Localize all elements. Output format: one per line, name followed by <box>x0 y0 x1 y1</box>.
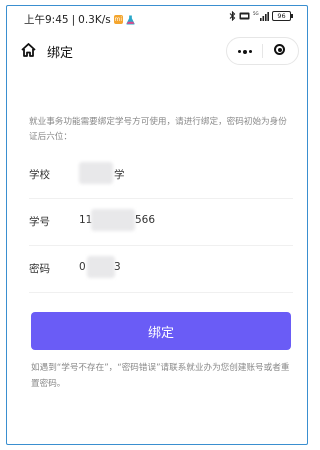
dot-icon <box>243 49 247 54</box>
status-network-speed: 0.3K/s <box>78 13 111 26</box>
more-menu-button[interactable] <box>227 38 262 64</box>
navigation-bar: 绑定 <box>7 30 307 70</box>
battery-icon: 96 <box>272 11 293 21</box>
phone-frame: 上午9:45 | 0.3K/s mi 5G 96 绑定 就业事务功能需要绑定学号… <box>6 5 308 445</box>
binding-form: 学校 学 学号 11 566 密码 0 3 <box>29 152 293 293</box>
redacted-student-id <box>91 209 135 231</box>
redacted-password <box>87 256 115 278</box>
hd-icon <box>239 12 250 20</box>
status-separator: | <box>71 13 76 26</box>
bluetooth-icon <box>229 11 236 21</box>
close-miniprogram-button[interactable] <box>263 38 298 64</box>
dot-icon <box>249 50 252 53</box>
home-icon[interactable] <box>21 43 36 57</box>
student-id-label: 学号 <box>29 216 50 228</box>
school-row[interactable]: 学校 学 <box>29 152 293 199</box>
password-suffix: 3 <box>114 261 121 273</box>
svg-text:5G: 5G <box>253 11 259 16</box>
status-time: 上午9:45 <box>24 14 69 26</box>
miniprogram-capsule <box>226 37 299 65</box>
password-label: 密码 <box>29 263 50 275</box>
status-bar: 上午9:45 | 0.3K/s mi 5G 96 <box>7 6 307 30</box>
page-title: 绑定 <box>47 46 74 61</box>
password-prefix: 0 <box>79 261 86 273</box>
redacted-school <box>79 162 113 184</box>
help-text: 如遇到“学号不存在”，“密码错误”请联系就业办为您创建账号或者重置密码。 <box>31 363 290 389</box>
binding-notice: 就业事务功能需要绑定学号方可使用，请进行绑定，密码初始为身份证后六位： <box>29 117 287 142</box>
student-id-row[interactable]: 学号 11 566 <box>29 199 293 246</box>
school-label: 学校 <box>29 169 50 181</box>
mi-app-icon: mi <box>113 15 123 24</box>
bind-submit-button[interactable]: 绑定 <box>31 312 291 350</box>
status-left: 上午9:45 | 0.3K/s mi <box>24 12 135 27</box>
target-dot-icon <box>278 48 282 52</box>
student-id-suffix: 566 <box>135 214 156 226</box>
signal-icon: 5G <box>253 11 269 21</box>
flask-icon <box>126 15 135 24</box>
school-value: 学 <box>114 169 125 181</box>
password-row[interactable]: 密码 0 3 <box>29 246 293 293</box>
dot-icon <box>238 50 241 53</box>
status-right: 5G 96 <box>229 11 293 21</box>
